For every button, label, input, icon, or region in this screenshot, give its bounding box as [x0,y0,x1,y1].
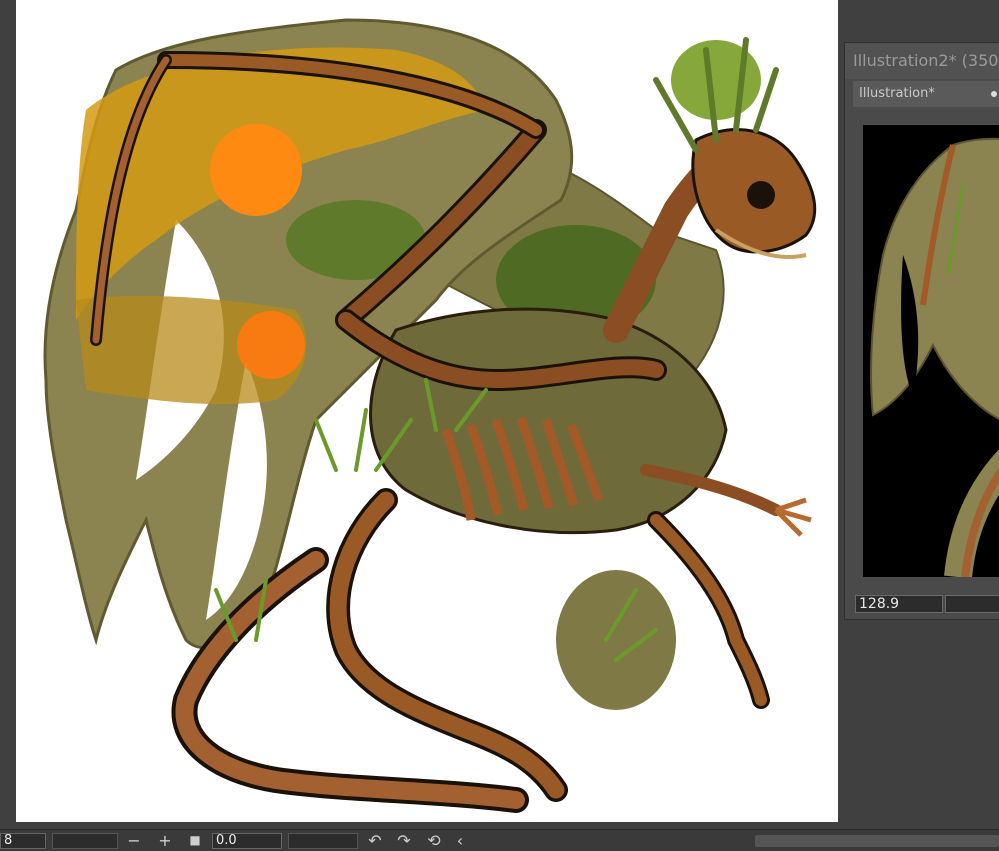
preview-thumbnail [863,125,999,577]
zoom-input[interactable]: 128.9 [855,595,943,613]
fit-button[interactable]: ■ [187,833,203,849]
rotation-angle-input[interactable]: 0.0 [212,833,282,849]
navigator-panel: Illustration2* (350 Illustration* 128.9 [844,42,999,620]
sun [210,124,302,216]
rotate-left-button[interactable]: ↶ [367,833,383,849]
reset-rotation-button[interactable]: ⟲ [426,833,442,849]
hind-leg-rear [326,488,568,802]
zoom-slider[interactable] [52,833,118,849]
zoom-slider[interactable] [945,595,999,613]
rotation-slider[interactable] [288,833,358,849]
tab-illustration[interactable]: Illustration* [853,81,999,107]
bottom-toolbar: 8 − + ■ 0.0 ↶ ↷ ⟲ ‹ [0,829,999,851]
zoom-in-button[interactable]: + [157,833,173,849]
tab-label: Illustration* [859,86,935,101]
navigator-title: Illustration2* (350 [845,43,999,79]
horizontal-scrollbar[interactable] [755,835,999,847]
front-claw [774,497,812,537]
modified-dot-icon [991,91,997,97]
sun-reflection [237,311,305,379]
zoom-level-input[interactable]: 8 [0,833,46,849]
dragon-artwork [43,18,817,813]
moss-cluster [556,570,676,710]
navigator-preview[interactable] [863,125,999,577]
drawing-canvas[interactable] [16,0,838,822]
rotate-right-button[interactable]: ↷ [396,833,412,849]
zoom-out-button[interactable]: − [126,833,142,849]
dragon-eye-socket [747,181,775,209]
collapse-button[interactable]: ‹ [452,833,468,849]
